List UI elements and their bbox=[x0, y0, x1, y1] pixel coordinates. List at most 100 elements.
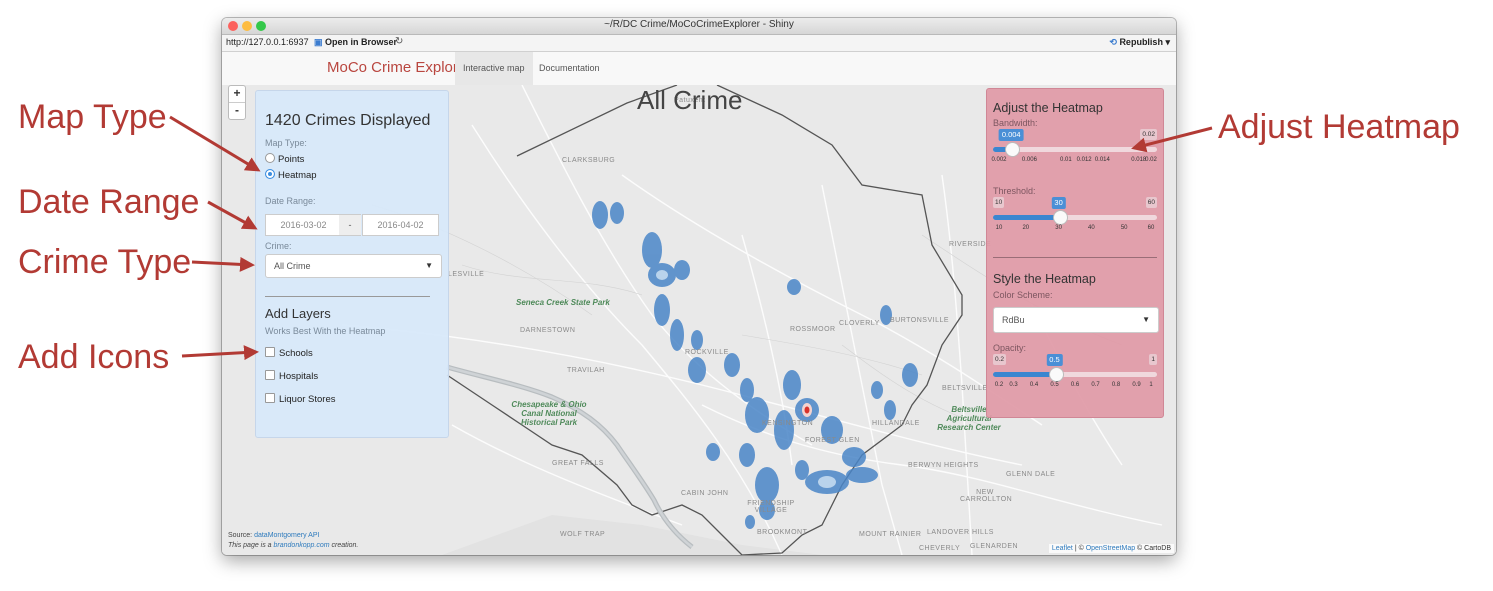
place-label: TRAVILAH bbox=[567, 367, 605, 374]
threshold-tick-label: 20 bbox=[1022, 225, 1030, 231]
color-scheme-value: RdBu bbox=[1002, 315, 1025, 325]
opacity-slider[interactable]: 0.2 1 0.5 0.2 0.3 0.4 0.5 0.6 0.7 0.8 0.9 1 bbox=[993, 350, 1157, 390]
opacity-tick-label: 0.9 bbox=[1132, 382, 1141, 388]
place-label: GREAT FALLS bbox=[552, 460, 604, 467]
checkbox-liquor-stores[interactable]: Liquor Stores bbox=[265, 393, 336, 405]
bandwidth-tick-label: 0.018 bbox=[1131, 157, 1147, 163]
bandwidth-tick-label: 0.002 bbox=[991, 157, 1007, 163]
filter-panel: 1420 Crimes Displayed Map Type: Points H… bbox=[255, 90, 449, 438]
annotation-crime-type: Crime Type bbox=[18, 243, 192, 281]
map-canvas[interactable]: Patuxent CLARKSBURG RIVERSIDE Seneca Cre… bbox=[222, 85, 1176, 555]
url-text: http://127.0.0.1:6937 bbox=[226, 37, 309, 47]
checkbox-hospitals-label: Hospitals bbox=[279, 371, 319, 382]
threshold-tick-label: 60 bbox=[1147, 225, 1155, 231]
radio-points-label: Points bbox=[278, 154, 305, 165]
browser-icon: ▣ bbox=[314, 37, 323, 47]
threshold-min-label: 10 bbox=[993, 197, 1005, 208]
place-label: LANDOVER HILLS bbox=[927, 529, 994, 536]
place-label: NEW CARROLLTON bbox=[960, 489, 1013, 503]
place-label: BERWYN HEIGHTS bbox=[908, 462, 979, 469]
threshold-max-label: 60 bbox=[1145, 197, 1157, 208]
opacity-tick-label: 0.7 bbox=[1091, 382, 1100, 388]
bandwidth-tick-label: 0.02 bbox=[1145, 157, 1157, 163]
annotation-map-type: Map Type bbox=[18, 98, 167, 136]
place-label: LESVILLE bbox=[448, 271, 485, 278]
color-scheme-label: Color Scheme: bbox=[993, 290, 1053, 300]
add-layers-subtitle: Works Best With the Heatmap bbox=[265, 326, 386, 336]
radio-heatmap[interactable]: Heatmap bbox=[265, 169, 317, 181]
threshold-slider[interactable]: 10 60 30 10 20 30 40 50 60 bbox=[993, 193, 1157, 233]
threshold-slider-fill bbox=[993, 215, 1059, 220]
window-title: ~/R/DC Crime/MoCoCrimeExplorer - Shiny bbox=[604, 19, 794, 30]
tab-documentation[interactable]: Documentation bbox=[531, 52, 608, 85]
date-start-input[interactable]: 2016-03-02 bbox=[265, 214, 342, 236]
date-end-input[interactable]: 2016-04-02 bbox=[362, 214, 439, 236]
radio-button-checked-icon bbox=[265, 169, 275, 179]
radio-heatmap-label: Heatmap bbox=[278, 170, 317, 181]
republish-label: Republish bbox=[1119, 37, 1163, 47]
leaflet-link[interactable]: Leaflet bbox=[1052, 545, 1073, 552]
carto-credit: © CartoDB bbox=[1135, 545, 1171, 552]
checkbox-icon bbox=[265, 370, 275, 380]
crime-label: Crime: bbox=[265, 241, 292, 251]
threshold-value-label: 30 bbox=[1051, 197, 1066, 209]
threshold-slider-handle[interactable] bbox=[1052, 210, 1068, 225]
crime-select-value: All Crime bbox=[274, 261, 311, 271]
checkbox-schools-label: Schools bbox=[279, 348, 313, 359]
brand-title[interactable]: MoCo Crime Explorer bbox=[327, 59, 471, 76]
tab-interactive-map[interactable]: Interactive map bbox=[455, 52, 533, 85]
crime-select[interactable]: All Crime ▼ bbox=[265, 254, 442, 278]
annotation-date-range: Date Range bbox=[18, 183, 200, 221]
checkbox-hospitals[interactable]: Hospitals bbox=[265, 370, 318, 382]
place-label: FOREST GLEN bbox=[805, 437, 860, 444]
place-label: GLENARDEN bbox=[970, 543, 1019, 550]
opacity-tick-label: 0.5 bbox=[1050, 382, 1059, 388]
source-credit: Source: dataMontgomery API This page is … bbox=[228, 531, 358, 551]
checkbox-liquor-stores-label: Liquor Stores bbox=[279, 394, 336, 405]
osm-link[interactable]: OpenStreetMap bbox=[1086, 545, 1135, 552]
navbar: MoCo Crime Explorer Interactive map Docu… bbox=[222, 52, 1176, 86]
refresh-icon[interactable]: ↻ bbox=[395, 36, 403, 47]
chevron-down-icon: ▾ bbox=[1165, 37, 1170, 47]
place-label: FRIENDSHIP VILLAGE bbox=[747, 500, 795, 514]
place-label: BELTSVILLE bbox=[942, 385, 988, 392]
attribution-sep: | © bbox=[1072, 545, 1086, 552]
radio-button-icon bbox=[265, 153, 275, 163]
opacity-tick-label: 0.2 bbox=[994, 382, 1004, 388]
open-in-browser-button[interactable]: ▣ Open in Browser bbox=[314, 37, 397, 48]
date-range-label: Date Range: bbox=[265, 196, 316, 206]
map-title: All Crime bbox=[637, 85, 743, 115]
opacity-slider-handle[interactable] bbox=[1048, 367, 1064, 382]
credit-link[interactable]: brandonkopp.com bbox=[274, 542, 330, 549]
annotation-add-icons: Add Icons bbox=[18, 338, 170, 376]
park-label: Seneca Creek State Park bbox=[516, 298, 610, 307]
date-separator: - bbox=[339, 214, 361, 236]
caret-down-icon: ▼ bbox=[1142, 315, 1150, 324]
divider bbox=[993, 257, 1157, 258]
opacity-max-label: 1 bbox=[1149, 354, 1157, 365]
threshold-tick-labels: 10 20 30 40 50 60 bbox=[993, 225, 1157, 235]
checkbox-schools[interactable]: Schools bbox=[265, 347, 313, 359]
place-label: WOLF TRAP bbox=[560, 531, 606, 538]
credit-prefix: This page is a bbox=[228, 542, 274, 549]
bandwidth-tick-label: 0.014 bbox=[1094, 157, 1110, 163]
bandwidth-slider-handle[interactable] bbox=[1005, 142, 1021, 157]
source-link[interactable]: dataMontgomery API bbox=[254, 532, 319, 539]
zoom-out-button[interactable]: - bbox=[229, 103, 245, 119]
map-type-label: Map Type: bbox=[265, 138, 307, 148]
place-label: CLOVERLY bbox=[839, 320, 880, 327]
place-label: MOUNT RAINIER bbox=[859, 531, 922, 538]
radio-points[interactable]: Points bbox=[265, 153, 304, 165]
zoom-in-button[interactable]: + bbox=[229, 86, 245, 103]
place-label: GLENN DALE bbox=[1006, 471, 1056, 478]
place-label: DARNESTOWN bbox=[520, 327, 576, 334]
republish-icon: ⟲ bbox=[1109, 37, 1117, 47]
place-label: HILLANDALE bbox=[872, 420, 920, 427]
credit-suffix: creation. bbox=[329, 542, 359, 549]
add-layers-title: Add Layers bbox=[265, 306, 331, 321]
republish-button[interactable]: ⟲ Republish ▾ bbox=[1109, 37, 1170, 48]
opacity-tick-label: 0.6 bbox=[1070, 382, 1080, 388]
bandwidth-tick-label: 0.01 bbox=[1060, 157, 1072, 163]
bandwidth-slider[interactable]: 0.02 0.004 0.002 0.006 0.01 0.012 0.014 0.018 0.… bbox=[991, 125, 1157, 165]
color-scheme-select[interactable]: RdBu ▼ bbox=[993, 307, 1159, 333]
